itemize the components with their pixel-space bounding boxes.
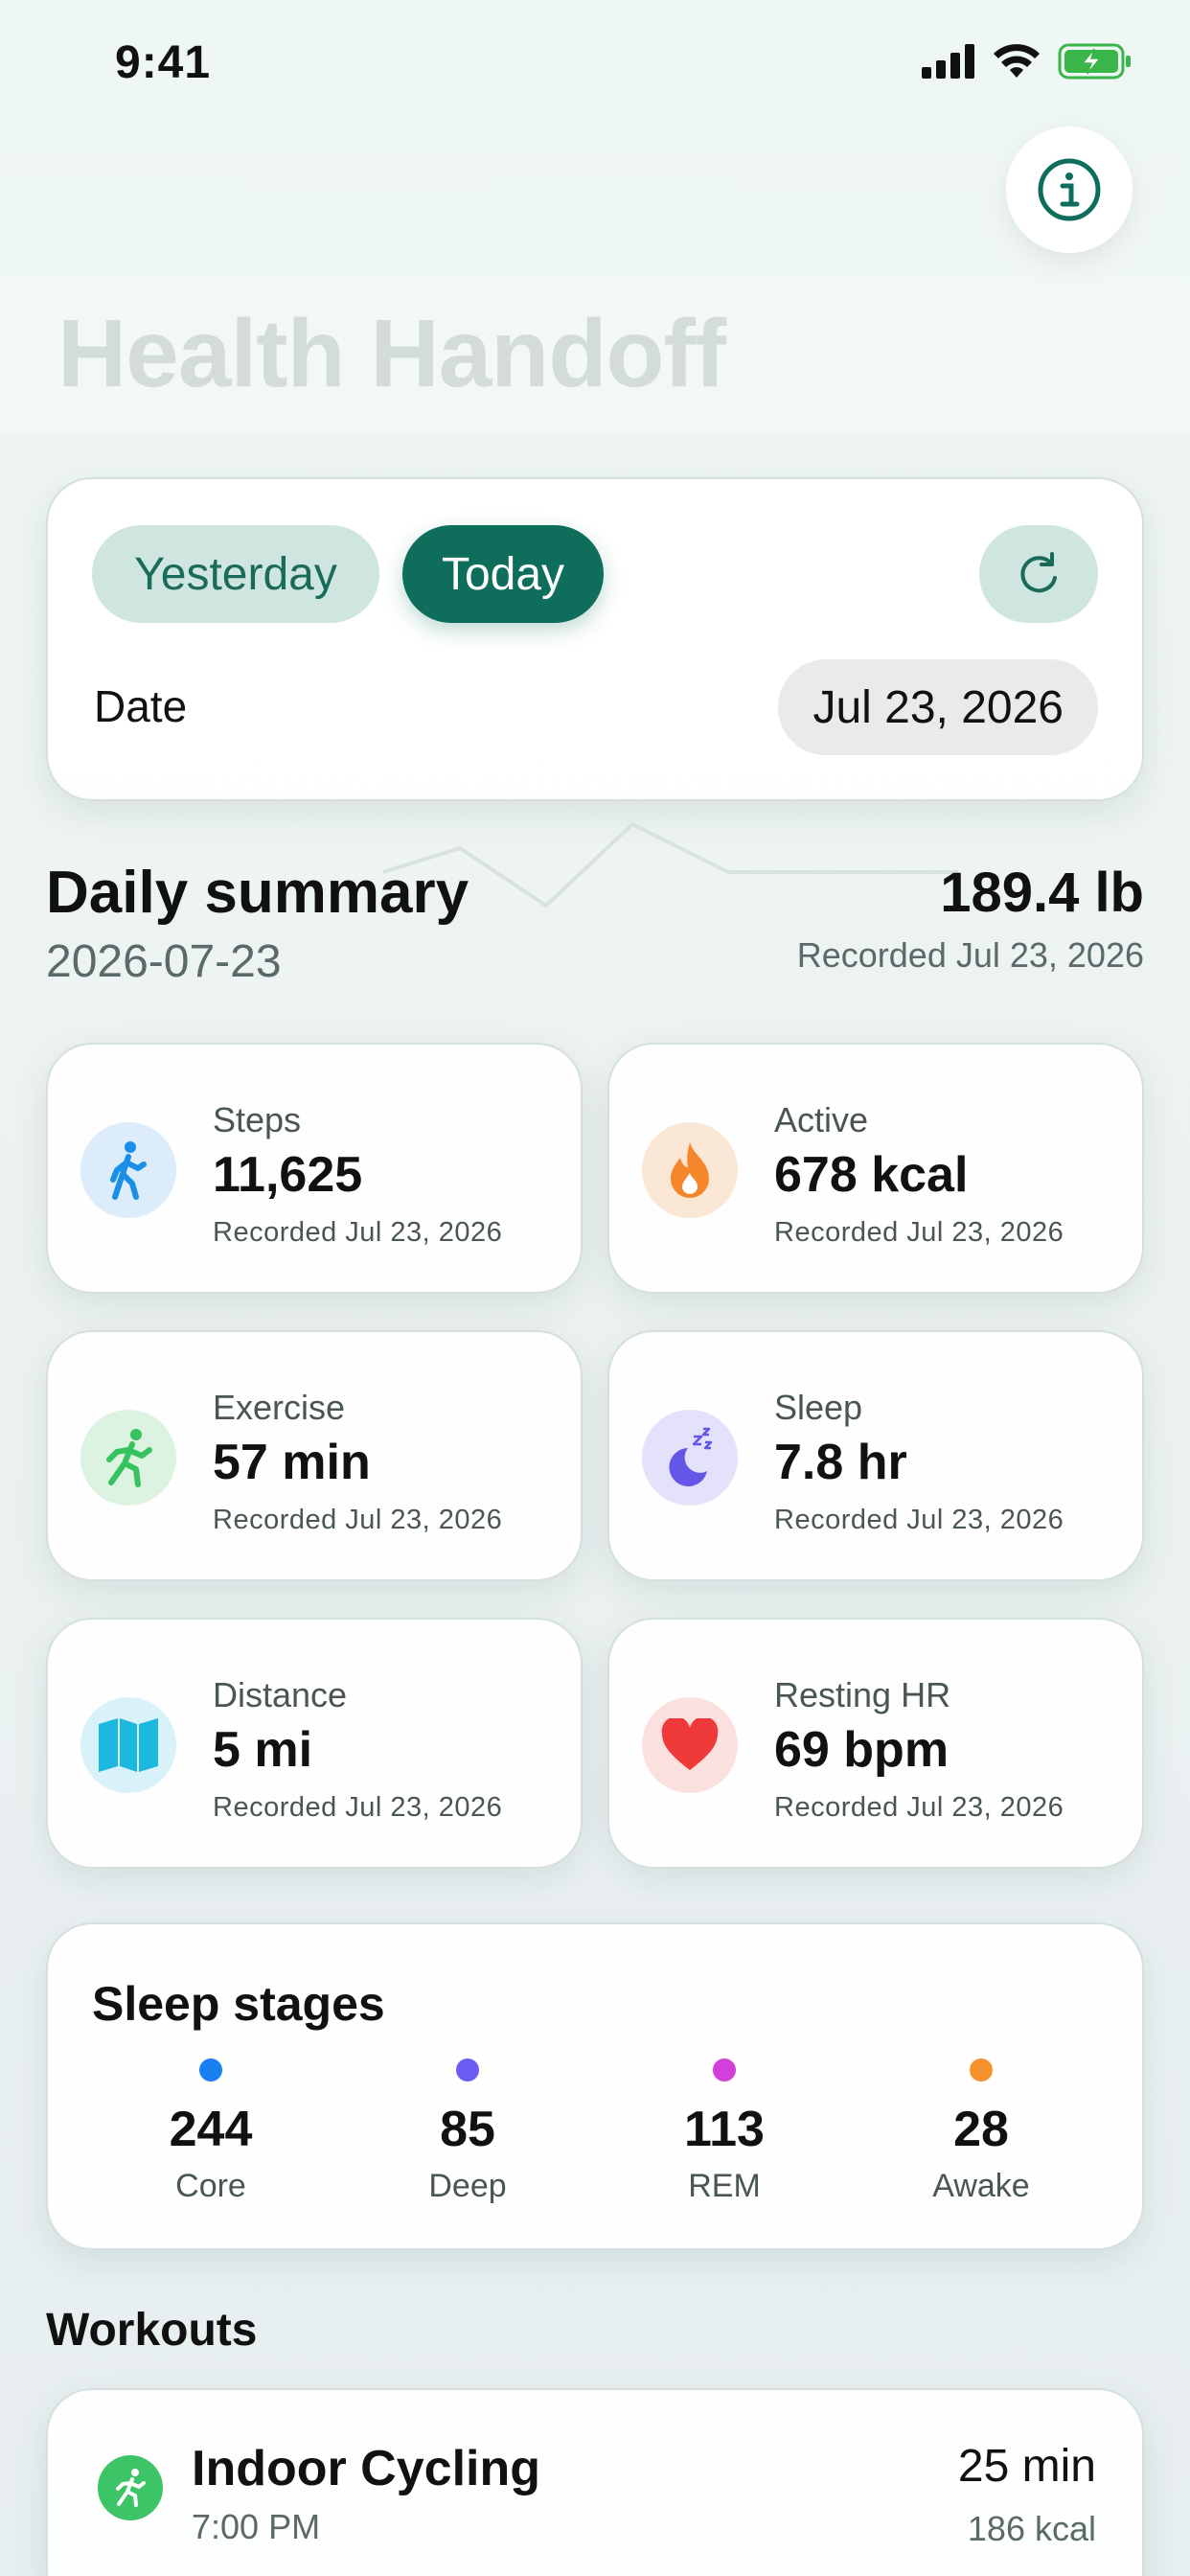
stage-value: 28 <box>953 2102 1009 2157</box>
flame-icon <box>671 1142 709 1198</box>
metric-note: Recorded Jul 23, 2026 <box>213 1217 503 1248</box>
status-bar: 9:41 <box>0 0 1190 134</box>
sleep-stage-deep: 85 Deep <box>353 2058 583 2205</box>
info-icon <box>1038 158 1101 221</box>
distance-icon-badge <box>80 1697 176 1793</box>
metric-card-resting-hr[interactable]: Resting HR 69 bpm Recorded Jul 23, 2026 <box>607 1618 1144 1869</box>
metric-label: Distance <box>213 1675 348 1714</box>
running-icon <box>116 2469 146 2507</box>
metric-value: 678 kcal <box>774 1147 969 1203</box>
running-icon <box>106 1429 152 1487</box>
refresh-button[interactable] <box>979 525 1098 623</box>
metric-note: Recorded Jul 23, 2026 <box>774 1792 1064 1823</box>
walking-icon <box>110 1141 147 1200</box>
info-button[interactable] <box>1006 126 1133 253</box>
stage-value: 244 <box>169 2102 253 2157</box>
metric-value: 11,625 <box>213 1147 363 1203</box>
workout-time: 7:00 PM <box>192 2507 321 2546</box>
metric-note: Recorded Jul 23, 2026 <box>213 1792 503 1823</box>
workout-item[interactable]: Indoor Cycling 7:00 PM 25 min 186 kcal <box>46 2388 1144 2576</box>
steps-icon-badge <box>80 1122 176 1218</box>
moon-icon <box>669 1427 713 1486</box>
sleep-stages-title: Sleep stages <box>92 1977 385 2031</box>
metric-note: Recorded Jul 23, 2026 <box>213 1505 503 1535</box>
stage-color-dot <box>456 2058 479 2082</box>
stage-color-dot <box>970 2058 993 2082</box>
metric-value: 57 min <box>213 1435 371 1490</box>
sleep-icon-badge <box>642 1410 738 1506</box>
metric-label: Resting HR <box>774 1675 951 1714</box>
date-label: Date <box>94 681 188 731</box>
metric-value: 5 mi <box>213 1722 313 1778</box>
stage-color-dot <box>199 2058 222 2082</box>
workout-calories: 186 kcal <box>967 2509 1096 2548</box>
page-title: Health Handoff <box>57 300 726 407</box>
stage-label: REM <box>688 2168 761 2204</box>
sleep-stages-card: Sleep stages 244 Core 85 Deep 113 REM 28… <box>46 1922 1144 2250</box>
metric-label: Active <box>774 1100 869 1139</box>
metric-label: Exercise <box>213 1388 346 1427</box>
metric-card-active[interactable]: Active 678 kcal Recorded Jul 23, 2026 <box>607 1043 1144 1294</box>
yesterday-button[interactable]: Yesterday <box>92 525 379 623</box>
stage-label: Core <box>175 2168 246 2204</box>
metric-label: Sleep <box>774 1388 863 1427</box>
metric-label: Steps <box>213 1100 302 1139</box>
stage-value: 85 <box>440 2102 495 2157</box>
workout-duration: 25 min <box>957 2441 1096 2492</box>
summary-title: Daily summary <box>46 860 469 926</box>
status-icons <box>922 43 1133 80</box>
refresh-icon <box>1020 552 1057 593</box>
metric-note: Recorded Jul 23, 2026 <box>774 1505 1064 1535</box>
workout-icon-badge <box>98 2455 163 2520</box>
summary-date: 2026-07-23 <box>46 936 282 987</box>
metric-card-steps[interactable]: Steps 11,625 Recorded Jul 23, 2026 <box>46 1043 583 1294</box>
metric-value: 7.8 hr <box>774 1435 907 1490</box>
heart-icon <box>661 1718 719 1770</box>
battery-charging-icon <box>1058 43 1131 80</box>
stage-value: 113 <box>684 2102 765 2157</box>
stage-color-dot <box>713 2058 736 2082</box>
exercise-icon-badge <box>80 1410 176 1506</box>
resting-hr-icon-badge <box>642 1697 738 1793</box>
weight-recorded-note: Recorded Jul 23, 2026 <box>796 935 1144 975</box>
stage-label: Deep <box>428 2168 507 2204</box>
today-button[interactable]: Today <box>402 525 604 623</box>
metric-card-exercise[interactable]: Exercise 57 min Recorded Jul 23, 2026 <box>46 1330 583 1581</box>
sleep-stage-core: 244 Core <box>96 2058 326 2205</box>
map-icon <box>99 1718 158 1772</box>
sleep-stage-rem: 113 REM <box>609 2058 839 2205</box>
date-selector-card: Yesterday Today Date Jul 23, 2026 <box>46 477 1144 801</box>
metric-value: 69 bpm <box>774 1722 950 1778</box>
workout-name: Indoor Cycling <box>192 2441 540 2496</box>
active-icon-badge <box>642 1122 738 1218</box>
wifi-icon <box>994 44 1040 78</box>
metric-card-distance[interactable]: Distance 5 mi Recorded Jul 23, 2026 <box>46 1618 583 1869</box>
metric-note: Recorded Jul 23, 2026 <box>774 1217 1064 1248</box>
weight-value: 189.4 lb <box>940 862 1144 924</box>
status-time: 9:41 <box>115 37 212 88</box>
stage-label: Awake <box>932 2168 1030 2204</box>
cellular-signal-icon <box>922 44 974 79</box>
workouts-title: Workouts <box>46 2305 258 2356</box>
metric-card-sleep[interactable]: Sleep 7.8 hr Recorded Jul 23, 2026 <box>607 1330 1144 1581</box>
sleep-stage-awake: 28 Awake <box>866 2058 1096 2205</box>
date-picker[interactable]: Jul 23, 2026 <box>778 659 1098 755</box>
